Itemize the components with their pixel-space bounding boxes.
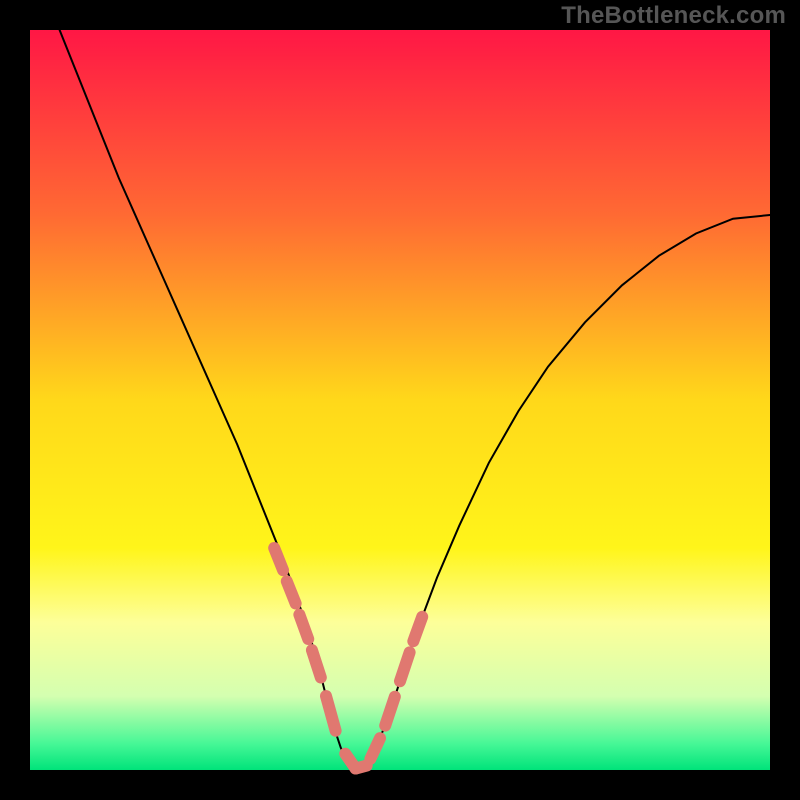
highlight-dash — [274, 548, 283, 570]
highlight-dash — [299, 615, 308, 639]
highlight-dash — [356, 766, 367, 769]
chart-frame: TheBottleneck.com — [0, 0, 800, 800]
highlight-dash — [312, 650, 321, 677]
watermark-text: TheBottleneck.com — [561, 2, 786, 30]
highlight-dash — [287, 581, 296, 603]
bottleneck-chart — [0, 0, 800, 800]
gradient-background — [30, 30, 770, 770]
highlight-dash — [413, 617, 422, 641]
